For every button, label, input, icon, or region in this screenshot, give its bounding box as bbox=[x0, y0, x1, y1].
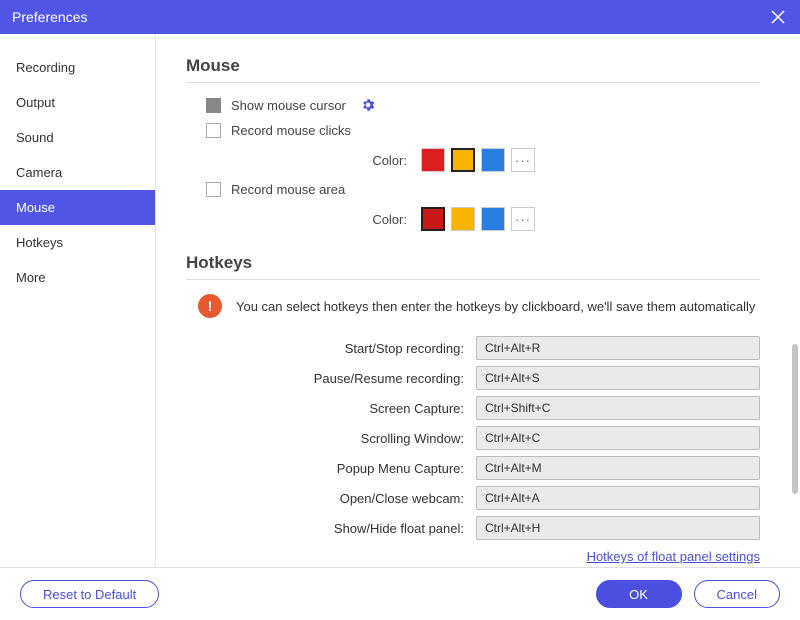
swatch-more[interactable]: ··· bbox=[511, 148, 535, 172]
label-show-cursor: Show mouse cursor bbox=[231, 98, 346, 113]
hotkey-label: Pause/Resume recording: bbox=[186, 371, 476, 386]
hotkey-label: Popup Menu Capture: bbox=[186, 461, 476, 476]
cancel-button[interactable]: Cancel bbox=[694, 580, 780, 608]
body: Recording Output Sound Camera Mouse Hotk… bbox=[0, 34, 800, 568]
hotkey-label: Show/Hide float panel: bbox=[186, 521, 476, 536]
checkbox-record-area[interactable] bbox=[206, 182, 221, 197]
hotkeys-info-row: ! You can select hotkeys then enter the … bbox=[198, 294, 760, 318]
hotkey-label: Start/Stop recording: bbox=[186, 341, 476, 356]
row-record-clicks: Record mouse clicks bbox=[186, 123, 760, 138]
hotkey-input[interactable] bbox=[476, 336, 760, 360]
sidebar-item-more[interactable]: More bbox=[0, 260, 155, 295]
titlebar: Preferences bbox=[0, 0, 800, 34]
hotkey-row: Show/Hide float panel: bbox=[186, 516, 760, 540]
swatch-blue[interactable] bbox=[481, 148, 505, 172]
sidebar-item-mouse[interactable]: Mouse bbox=[0, 190, 155, 225]
hotkeys-heading: Hotkeys bbox=[186, 253, 760, 280]
swatch-red-2[interactable] bbox=[421, 207, 445, 231]
swatch-yellow-2[interactable] bbox=[451, 207, 475, 231]
checkbox-record-clicks[interactable] bbox=[206, 123, 221, 138]
row-clicks-color: Color: ··· bbox=[186, 148, 760, 172]
hotkey-row: Screen Capture: bbox=[186, 396, 760, 420]
swatch-red[interactable] bbox=[421, 148, 445, 172]
swatch-blue-2[interactable] bbox=[481, 207, 505, 231]
reset-button[interactable]: Reset to Default bbox=[20, 580, 159, 608]
swatches-clicks: ··· bbox=[421, 148, 535, 172]
color-label-area: Color: bbox=[186, 212, 421, 227]
mouse-heading: Mouse bbox=[186, 56, 760, 83]
ok-button[interactable]: OK bbox=[596, 580, 682, 608]
content-panel: Mouse Show mouse cursor Record mouse cli… bbox=[156, 34, 800, 567]
hotkey-input[interactable] bbox=[476, 396, 760, 420]
hotkey-input[interactable] bbox=[476, 426, 760, 450]
sidebar-item-output[interactable]: Output bbox=[0, 85, 155, 120]
hotkey-row: Pause/Resume recording: bbox=[186, 366, 760, 390]
hotkey-label: Open/Close webcam: bbox=[186, 491, 476, 506]
info-icon: ! bbox=[198, 294, 222, 318]
float-panel-link[interactable]: Hotkeys of float panel settings bbox=[587, 549, 760, 564]
float-panel-link-row: Hotkeys of float panel settings bbox=[186, 548, 760, 566]
color-label-clicks: Color: bbox=[186, 153, 421, 168]
swatch-more-2[interactable]: ··· bbox=[511, 207, 535, 231]
row-show-cursor: Show mouse cursor bbox=[186, 97, 760, 113]
gear-icon[interactable] bbox=[360, 97, 376, 113]
swatches-area: ··· bbox=[421, 207, 535, 231]
hotkeys-info-text: You can select hotkeys then enter the ho… bbox=[236, 299, 755, 314]
close-icon[interactable] bbox=[768, 7, 788, 27]
hotkey-input[interactable] bbox=[476, 486, 760, 510]
row-area-color: Color: ··· bbox=[186, 207, 760, 231]
swatch-yellow[interactable] bbox=[451, 148, 475, 172]
hotkey-row: Scrolling Window: bbox=[186, 426, 760, 450]
window-title: Preferences bbox=[12, 9, 768, 25]
footer: Reset to Default OK Cancel bbox=[0, 568, 800, 620]
hotkey-row: Popup Menu Capture: bbox=[186, 456, 760, 480]
hotkey-label: Scrolling Window: bbox=[186, 431, 476, 446]
hotkey-label: Screen Capture: bbox=[186, 401, 476, 416]
row-record-area: Record mouse area bbox=[186, 182, 760, 197]
label-record-clicks: Record mouse clicks bbox=[231, 123, 351, 138]
hotkey-row: Open/Close webcam: bbox=[186, 486, 760, 510]
sidebar-item-hotkeys[interactable]: Hotkeys bbox=[0, 225, 155, 260]
hotkey-rows: Start/Stop recording: Pause/Resume record… bbox=[186, 336, 760, 540]
sidebar-item-recording[interactable]: Recording bbox=[0, 50, 155, 85]
hotkey-input[interactable] bbox=[476, 456, 760, 480]
scrollbar[interactable] bbox=[792, 344, 798, 494]
label-record-area: Record mouse area bbox=[231, 182, 345, 197]
checkbox-show-cursor[interactable] bbox=[206, 98, 221, 113]
hotkey-input[interactable] bbox=[476, 366, 760, 390]
hotkey-row: Start/Stop recording: bbox=[186, 336, 760, 360]
hotkey-input[interactable] bbox=[476, 516, 760, 540]
sidebar-item-camera[interactable]: Camera bbox=[0, 155, 155, 190]
preferences-window: Preferences Recording Output Sound Camer… bbox=[0, 0, 800, 620]
sidebar: Recording Output Sound Camera Mouse Hotk… bbox=[0, 34, 156, 567]
sidebar-item-sound[interactable]: Sound bbox=[0, 120, 155, 155]
